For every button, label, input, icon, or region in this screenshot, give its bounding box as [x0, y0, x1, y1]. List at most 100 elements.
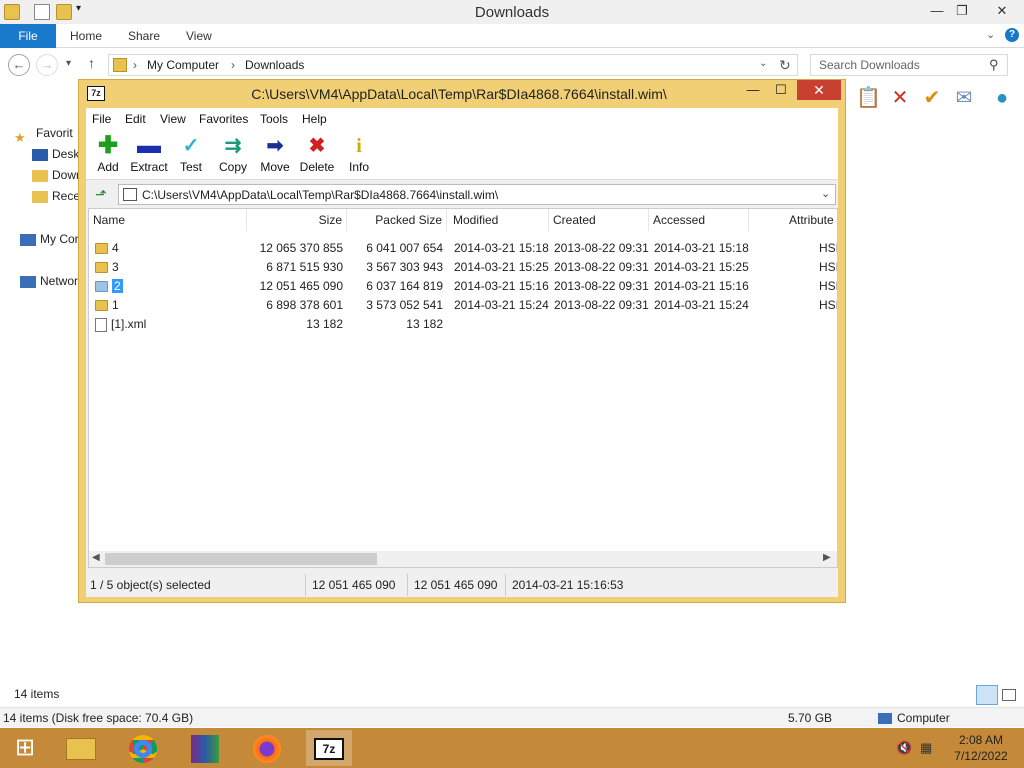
help-icon[interactable]: ? [1005, 28, 1019, 42]
col-accessed[interactable]: Accessed [649, 209, 749, 231]
col-name[interactable]: Name [89, 209, 247, 231]
row-name: 3 [112, 260, 119, 274]
row-accessed: 2014-03-21 15:16 [654, 279, 749, 293]
7zip-maximize-button[interactable]: ☐ [767, 80, 795, 100]
menu-tools[interactable]: Tools [260, 108, 288, 130]
row-accessed: 2014-03-21 15:25 [654, 260, 749, 274]
xml-file-icon [95, 317, 107, 332]
scrollbar-thumb[interactable] [105, 553, 377, 565]
scroll-right-icon[interactable]: ▶ [823, 552, 831, 563]
minus-icon: ▬ [137, 132, 161, 159]
extract-button[interactable]: ▬ Extract [127, 132, 171, 175]
network-icon [20, 275, 36, 288]
breadcrumb-downloads[interactable]: Downloads [245, 58, 304, 72]
nav-my-computer[interactable]: My Cor [20, 229, 78, 249]
path-dropdown-icon[interactable]: ⌄ [821, 187, 830, 200]
forward-button[interactable]: → [36, 54, 58, 76]
path-text: C:\Users\VM4\AppData\Local\Temp\Rar$DIa4… [142, 188, 499, 202]
firefox-icon[interactable] [244, 730, 290, 766]
folder-icon [95, 243, 108, 255]
menu-edit[interactable]: Edit [125, 108, 146, 130]
network-status-icon[interactable]: ▦ [920, 740, 932, 756]
globe-icon[interactable]: ● [990, 86, 1014, 110]
menu-favorites[interactable]: Favorites [199, 108, 248, 130]
refresh-icon[interactable]: ↻ [779, 57, 791, 74]
nav-network-label: Networ [40, 274, 78, 288]
chrome-icon[interactable] [120, 730, 166, 766]
row-created: 2013-08-22 09:31 [554, 298, 649, 312]
test-button[interactable]: ✓ Test [169, 134, 213, 174]
winrar-icon[interactable] [182, 730, 228, 766]
nav-downloads[interactable]: Down [32, 165, 78, 185]
breadcrumb-my-computer[interactable]: My Computer [147, 58, 219, 72]
up-folder-icon[interactable]: ⬏ [92, 185, 110, 203]
expand-ribbon-icon[interactable]: ⌄ [986, 28, 995, 41]
breadcrumb-separator-icon: › [231, 58, 235, 72]
clock-time: 2:08 AM [958, 733, 1004, 747]
clock-date: 7/12/2022 [954, 749, 1008, 763]
nav-downloads-label: Down [52, 168, 78, 182]
7zip-titlebar: 7z C:\Users\VM4\AppData\Local\Temp\Rar$D… [79, 80, 845, 108]
row-packed: 3 573 052 541 [366, 298, 443, 312]
close-button[interactable]: ✕ [985, 0, 1019, 22]
nav-recent[interactable]: Recer [32, 186, 78, 206]
move-button[interactable]: ➡ Move [253, 134, 297, 174]
status-date: 2014-03-21 15:16:53 [512, 578, 624, 592]
address-dropdown-icon[interactable]: ⌄ [759, 58, 767, 69]
table-row[interactable]: 3 6 871 515 930 3 567 303 943 2014-03-21… [89, 258, 837, 277]
copy-button[interactable]: ⇉ Copy [211, 134, 255, 174]
back-button[interactable]: ← [8, 54, 30, 76]
details-view-icon[interactable] [976, 685, 998, 705]
menu-help[interactable]: Help [302, 108, 327, 130]
up-button[interactable]: ↑ [88, 55, 95, 71]
address-bar[interactable]: › My Computer › Downloads ⌄ ↻ [108, 54, 798, 76]
7zip-minimize-button[interactable]: — [739, 80, 767, 100]
disk-space-status: 14 items (Disk free space: 70.4 GB) [3, 711, 194, 725]
col-size[interactable]: Size [247, 209, 347, 231]
file-explorer-icon[interactable] [58, 730, 104, 766]
horizontal-scrollbar[interactable]: ◀ ▶ [89, 551, 837, 567]
7zip-close-button[interactable]: ✕ [797, 80, 841, 100]
search-input[interactable]: Search Downloads ⚲ [810, 54, 1008, 76]
maximize-button[interactable]: ❐ [945, 0, 979, 22]
list-header: Name Size Packed Size Modified Created A… [89, 209, 837, 231]
table-row[interactable]: 1 6 898 378 601 3 573 052 541 2014-03-21… [89, 296, 837, 315]
selection-size: 5.70 GB [788, 711, 833, 725]
volume-muted-icon[interactable]: 🔇 [896, 740, 912, 756]
delete-button[interactable]: ✖ Delete [295, 134, 339, 174]
tab-file[interactable]: File [0, 24, 56, 48]
clipboard-icon[interactable]: 📋 [856, 86, 881, 110]
7zip-icon[interactable]: 7z [306, 730, 352, 766]
table-row-selected[interactable]: 2 12 051 465 090 6 037 164 819 2014-03-2… [89, 277, 837, 296]
col-attributes[interactable]: Attribute [785, 209, 837, 231]
tab-view[interactable]: View [186, 24, 212, 48]
nav-network[interactable]: Networ [20, 271, 78, 291]
menu-file[interactable]: File [92, 108, 111, 130]
search-placeholder: Search Downloads [819, 58, 920, 72]
menu-view[interactable]: View [160, 108, 186, 130]
start-icon[interactable]: ⊞ [2, 730, 48, 766]
delete-icon[interactable]: ✕ [888, 86, 912, 110]
recent-locations-icon[interactable]: ▾ [66, 58, 71, 69]
path-input[interactable]: C:\Users\VM4\AppData\Local\Temp\Rar$DIa4… [118, 184, 836, 205]
col-modified[interactable]: Modified [449, 209, 549, 231]
col-packed-size[interactable]: Packed Size [347, 209, 447, 231]
star-icon: ★ [14, 129, 26, 143]
row-size: 13 182 [306, 317, 343, 331]
nav-desktop[interactable]: Deskt [32, 144, 78, 164]
col-created[interactable]: Created [549, 209, 649, 231]
add-button[interactable]: ✚ Add [86, 134, 130, 175]
scroll-left-icon[interactable]: ◀ [92, 552, 100, 563]
items-count: 14 items [14, 687, 60, 701]
clock[interactable]: 2:08 AM 7/12/2022 [950, 732, 1012, 764]
mail-icon[interactable]: ✉ [952, 86, 976, 110]
search-icon[interactable]: ⚲ [989, 57, 999, 73]
tab-home[interactable]: Home [70, 24, 102, 48]
info-button[interactable]: i Info [337, 134, 381, 174]
nav-favorites[interactable]: ★ Favorit [14, 123, 76, 143]
table-row[interactable]: 4 12 065 370 855 6 041 007 654 2014-03-2… [89, 239, 837, 258]
table-row[interactable]: [1].xml 13 182 13 182 [89, 315, 837, 334]
tab-share[interactable]: Share [128, 24, 160, 48]
checkmark-icon[interactable]: ✔ [920, 86, 944, 110]
large-icons-view-icon[interactable] [1002, 689, 1016, 701]
